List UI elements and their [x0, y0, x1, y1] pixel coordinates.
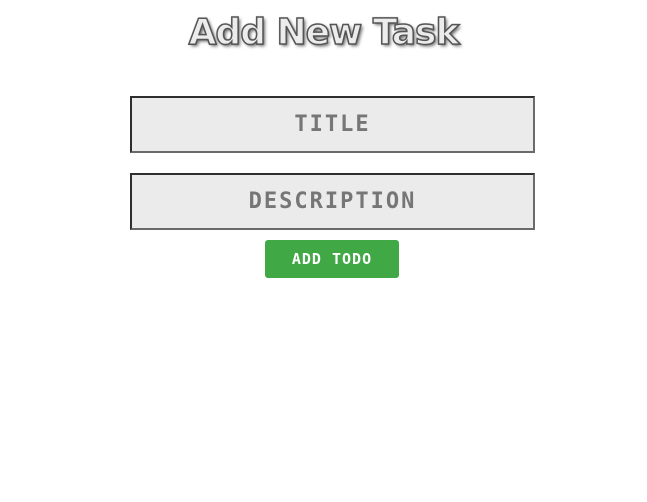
title-input[interactable] [130, 96, 535, 153]
description-input[interactable] [130, 173, 535, 230]
page-title: Add New Task [188, 11, 460, 54]
add-todo-button[interactable]: ADD TODO [265, 240, 399, 278]
add-task-page: Add New Task ADD TODO [0, 0, 647, 502]
